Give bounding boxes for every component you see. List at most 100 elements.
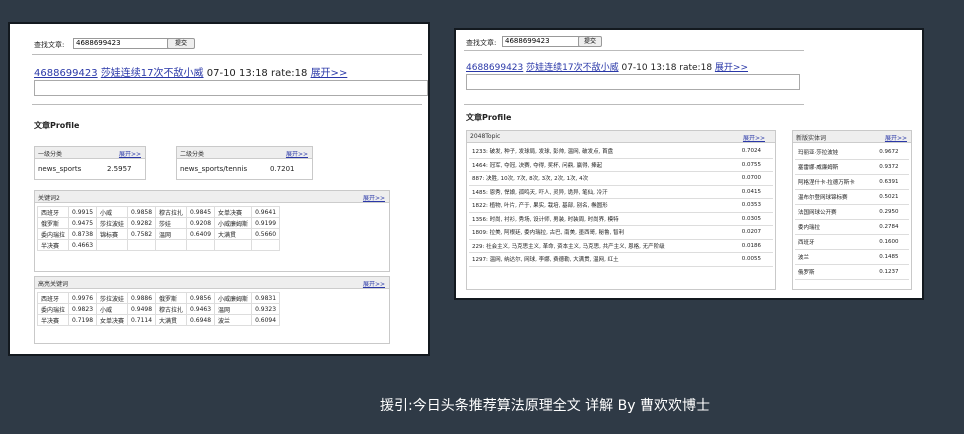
expand-link[interactable]: 展开>> (715, 63, 748, 73)
entity-score: 0.1237 (876, 264, 909, 280)
divider (32, 104, 422, 105)
topic-words: 1233: 破发, 种子, 发球局, 发球, 彭帅, 温网, 破发点, 首盘 (469, 145, 739, 159)
score: 0.7198 (68, 314, 98, 326)
score: 0.9976 (68, 292, 98, 304)
article-meta: 07-10 13:18 rate:18 (206, 68, 308, 79)
box-label: 新版实体词 (796, 135, 827, 142)
score: 0.9463 (186, 303, 216, 315)
keyword: 西班牙 (36, 292, 70, 304)
topic-score: 0.0353 (738, 198, 773, 213)
table-row: 玛丽亚·莎拉波娃 0.9672 (795, 145, 909, 160)
box-header: 新版实体词 展开>> (793, 131, 911, 143)
right-screenshot: 查找文章: 4688699423 提交 4688699423 莎娃连续17次不敌… (454, 28, 924, 300)
entity-name: 温布尔登网球锦标赛 (795, 189, 877, 205)
entity-box: 新版实体词 展开>> 玛丽亚·莎拉波娃 0.9672 塞雷娜·威廉姆斯 0.9372… (792, 130, 912, 290)
text-area[interactable] (34, 80, 428, 96)
expand-link[interactable]: 展开>> (286, 149, 308, 158)
submit-button[interactable]: 提交 (167, 38, 195, 49)
score: 0.9915 (68, 206, 98, 218)
expand-link[interactable]: 展开>> (311, 68, 348, 79)
keyword: 委内瑞拉 (36, 228, 70, 240)
expand-link[interactable]: 展开>> (363, 193, 385, 202)
table-row: 1822: 植物, 叶片, 产于, 果实, 栽培, 基部, 别名, 椭圆形 0.0… (469, 198, 773, 213)
category-name: news_sports (38, 165, 82, 173)
keyword: 俄罗斯 (155, 292, 188, 304)
keyword: 西班牙 (36, 206, 70, 218)
keyword: 大满贯 (214, 228, 253, 240)
topic-words: 1485: 恩秀, 悍娘, 孤鸣天, 吓人, 灵异, 诡异, 笔仙, 冷汗 (469, 185, 739, 199)
table-row: 俄罗斯 0.1237 (795, 264, 909, 280)
search-label: 查找文章: (466, 39, 497, 47)
keyword: 小威 (96, 303, 129, 315)
keywords-table: 西班牙 0.9915 小威 0.9858 穆古拉扎 0.9845 女单决赛 0.9641… (36, 206, 281, 251)
entity-name: 西班牙 (795, 234, 877, 250)
entity-name: 法国网球公开赛 (795, 204, 877, 220)
category-value: 0.7201 (270, 165, 295, 173)
search-input[interactable]: 4688699423 (73, 38, 169, 49)
entity-score: 0.9672 (876, 145, 909, 160)
box-header: 高亮关键词 展开>> (35, 277, 389, 289)
category-name: news_sports/tennis (180, 165, 248, 173)
box-header: 关键词2 展开>> (35, 191, 389, 203)
topic-score: 0.0415 (738, 185, 773, 199)
table-row: 委内瑞拉 0.2784 (795, 219, 909, 235)
table-row: 委内瑞拉 0.8738 锦标赛 0.7582 温网 0.6409 大满贯 0.5660 (36, 228, 281, 240)
keyword: 穆古拉扎 (155, 206, 188, 218)
table-row: 229: 社会主义, 马克思主义, 革命, 资本主义, 马克思, 共产主义, 恩… (469, 239, 773, 253)
box-header: 2048Topic 展开>> (467, 131, 775, 143)
keyword: 温网 (214, 303, 253, 315)
score: 0.4663 (68, 239, 98, 251)
highlight-keywords-box: 高亮关键词 展开>> 西班牙 0.9976 莎拉波娃 0.9886 俄罗斯 0.985… (34, 276, 390, 344)
expand-link[interactable]: 展开>> (363, 279, 385, 288)
table-row: 1297: 温网, 纳达尔, 网球, 李娜, 费德勒, 大满贯, 温网, 红土 0… (469, 252, 773, 267)
topic-box: 2048Topic 展开>> 1233: 破发, 种子, 发球局, 发球, 彭帅… (466, 130, 776, 290)
entity-score: 0.2784 (876, 219, 909, 235)
expand-link[interactable]: 展开>> (885, 133, 907, 142)
table-row: 1233: 破发, 种子, 发球局, 发球, 彭帅, 温网, 破发点, 首盘 0.… (469, 145, 773, 159)
keyword: 穆古拉扎 (155, 303, 188, 315)
highlight-keywords-table: 西班牙 0.9976 莎拉波娃 0.9886 俄罗斯 0.9856 小威廉姆斯 0.98… (36, 292, 281, 326)
table-row: 1464: 冠军, 夺冠, 决赛, 夺得, 奖杯, 问鼎, 赢得, 捧起 0.07… (469, 158, 773, 172)
search-input[interactable]: 4688699423 (502, 36, 580, 47)
entity-name: 委内瑞拉 (795, 219, 877, 235)
entity-score: 0.1600 (876, 234, 909, 250)
keyword: 女单决赛 (214, 206, 253, 218)
entity-name: 波兰 (795, 249, 877, 265)
expand-link[interactable]: 展开>> (119, 149, 141, 158)
score: 0.9475 (68, 217, 98, 229)
submit-button[interactable]: 提交 (578, 36, 602, 47)
table-row: 塞雷娜·威廉姆斯 0.9372 (795, 159, 909, 175)
topic-score: 0.0305 (738, 212, 773, 226)
topic-words: 1464: 冠军, 夺冠, 决赛, 夺得, 奖杯, 问鼎, 赢得, 捧起 (469, 158, 739, 172)
box-label: 2048Topic (470, 133, 501, 140)
topic-score: 0.0700 (738, 171, 773, 186)
keyword: 温网 (155, 228, 188, 240)
box-label: 一级分类 (38, 151, 63, 158)
entity-name: 俄罗斯 (795, 264, 877, 280)
topic-words: 1297: 温网, 纳达尔, 网球, 李娜, 费德勒, 大满贯, 温网, 红土 (469, 252, 739, 267)
article-title-link[interactable]: 莎娃连续17次不敌小威 (101, 68, 204, 79)
article-id-link[interactable]: 4688699423 (34, 68, 98, 79)
keyword: 锦标赛 (96, 228, 129, 240)
table-row: 波兰 0.1485 (795, 249, 909, 265)
score: 0.7582 (127, 228, 157, 240)
topic-score: 0.0186 (738, 239, 773, 253)
article-meta: 07-10 13:18 rate:18 (621, 63, 713, 73)
keyword: 半决赛 (36, 314, 70, 326)
score: 0.6948 (186, 314, 216, 326)
text-area[interactable] (466, 74, 800, 90)
table-row: 西班牙 0.9915 小威 0.9858 穆古拉扎 0.9845 女单决赛 0.9641 (36, 206, 281, 218)
entity-score: 0.6391 (876, 174, 909, 190)
score: 0.9858 (127, 206, 157, 218)
article-id-link[interactable]: 4688699423 (466, 63, 523, 73)
article-title-link[interactable]: 莎娃连续17次不敌小威 (526, 63, 618, 73)
topic-words: 1822: 植物, 叶片, 产于, 果实, 栽培, 基部, 别名, 椭圆形 (469, 198, 739, 213)
topic-score: 0.0755 (738, 158, 773, 172)
profile-title: 文章Profile (466, 113, 512, 122)
topic-words: 887: 决胜, 10次, 7次, 8次, 3次, 2次, 1次, 4次 (469, 171, 739, 186)
expand-link[interactable]: 展开>> (743, 133, 765, 142)
table-row: 西班牙 0.1600 (795, 234, 909, 250)
table-row: 温布尔登网球锦标赛 0.5021 (795, 189, 909, 205)
score: 0.9199 (251, 217, 281, 229)
table-row: 1356: 时尚, 衬衫, 秀场, 设计师, 男装, 时装周, 时尚界, 模特 0… (469, 212, 773, 226)
